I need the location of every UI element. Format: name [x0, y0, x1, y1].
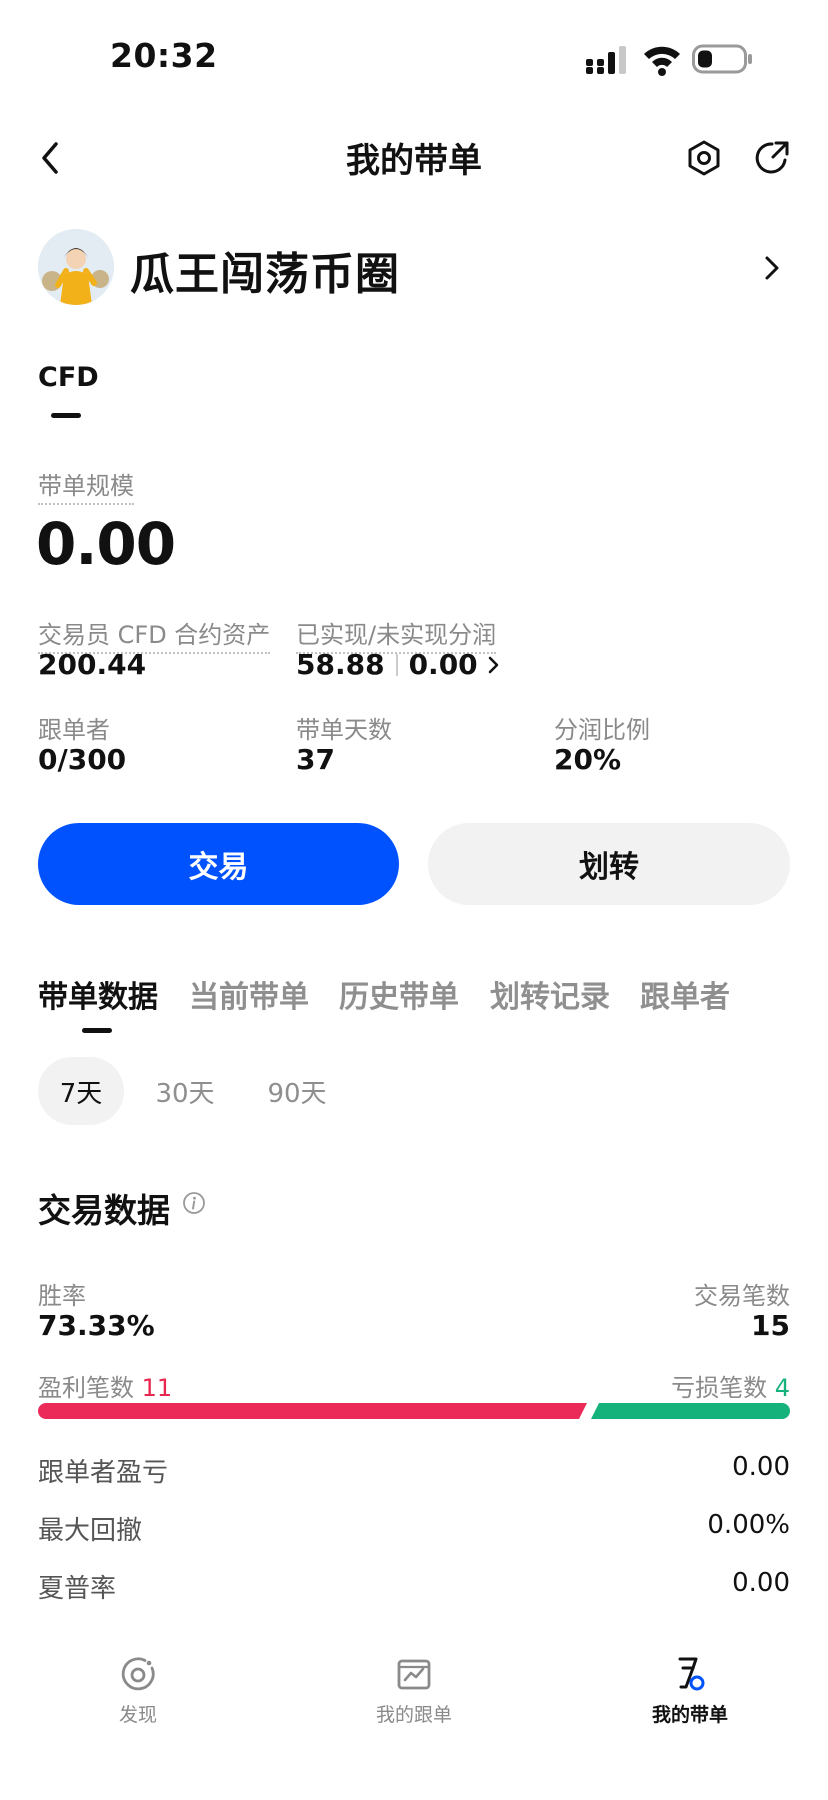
win-rate-value: 73.33%: [38, 1309, 155, 1342]
followers-value: 0/300: [38, 743, 127, 776]
tab-history-leads[interactable]: 历史带单: [339, 972, 459, 1016]
profit-share-values[interactable]: 58.88 0.00: [296, 648, 500, 681]
wifi-icon: [644, 46, 680, 76]
info-icon[interactable]: [182, 1191, 206, 1215]
loss-count-label: 亏损笔数: [671, 1374, 768, 1402]
period-7d[interactable]: 7天: [38, 1057, 124, 1125]
bottom-nav: 发现 我的跟单 我的带单: [0, 1632, 828, 1800]
loss-bar-segment: [591, 1403, 790, 1419]
follower-pnl-label: 跟单者盈亏: [38, 1458, 169, 1488]
trade-button[interactable]: 交易: [38, 823, 399, 905]
discover-icon: [121, 1657, 155, 1691]
scale-value: 0.00: [36, 510, 176, 578]
nav-copy-trades-label: 我的跟单: [375, 1704, 452, 1726]
loss-count: 亏损笔数 4: [671, 1368, 790, 1403]
nav-lead-trades-label: 我的带单: [651, 1704, 728, 1726]
profit-count-value: 11: [141, 1374, 173, 1402]
share-icon[interactable]: [752, 138, 792, 178]
period-90d[interactable]: 90天: [254, 1057, 340, 1125]
status-time: 20:32: [110, 36, 218, 75]
trade-data-title: 交易数据: [38, 1191, 170, 1230]
settings-hexagon-icon[interactable]: [684, 138, 724, 178]
max-drawdown-label: 最大回撤: [38, 1516, 143, 1546]
trade-count-value: 15: [751, 1309, 790, 1342]
chevron-right-icon[interactable]: [760, 252, 784, 284]
tab-followers[interactable]: 跟单者: [640, 972, 730, 1016]
loss-count-value: 4: [774, 1374, 790, 1402]
win-rate-label: 胜率: [38, 1282, 86, 1310]
assets-value: 200.44: [38, 648, 147, 681]
chevron-right-icon: [488, 656, 498, 674]
realized-profit-share: 58.88: [296, 648, 385, 681]
trade-count-label: 交易笔数: [694, 1282, 790, 1310]
days-value: 37: [296, 743, 335, 776]
profit-count: 盈利笔数 11: [38, 1368, 172, 1403]
transfer-button[interactable]: 划转: [428, 823, 790, 905]
win-loss-bar: [38, 1403, 790, 1419]
profile-name[interactable]: 瓜王闯荡币圈: [130, 238, 400, 302]
tab-indicator: [82, 1028, 112, 1033]
days-label: 带单天数: [296, 716, 392, 744]
tab-indicator: [51, 413, 81, 418]
cellular-signal-icon: [586, 46, 626, 74]
ratio-value: 20%: [554, 743, 622, 776]
tab-cfd[interactable]: CFD: [38, 362, 99, 393]
tab-transfer-records[interactable]: 划转记录: [490, 972, 610, 1016]
avatar-illustration: [38, 229, 114, 305]
lead-trades-icon: [678, 1657, 705, 1691]
nav-lead-trades[interactable]: 我的带单: [600, 1654, 780, 1727]
tab-lead-data[interactable]: 带单数据: [38, 972, 158, 1016]
period-30d[interactable]: 30天: [142, 1057, 228, 1125]
profit-bar-segment: [38, 1403, 587, 1419]
battery-icon: [692, 44, 752, 74]
avatar[interactable]: [38, 229, 114, 305]
copy-trades-icon: [397, 1659, 431, 1690]
followers-label: 跟单者: [38, 716, 110, 744]
profit-count-label: 盈利笔数: [38, 1374, 134, 1402]
sharpe-ratio-value: 0.00: [732, 1568, 790, 1598]
scale-label[interactable]: 带单规模: [38, 466, 134, 505]
nav-discover-label: 发现: [118, 1704, 157, 1726]
nav-discover[interactable]: 发现: [48, 1654, 228, 1727]
ratio-label: 分润比例: [554, 716, 650, 744]
tab-current-leads[interactable]: 当前带单: [189, 972, 309, 1016]
nav-copy-trades[interactable]: 我的跟单: [324, 1654, 504, 1727]
value-separator: [395, 654, 398, 676]
max-drawdown-value: 0.00%: [707, 1510, 790, 1540]
unrealized-profit-share: 0.00: [408, 648, 478, 681]
follower-pnl-value: 0.00: [732, 1452, 790, 1482]
